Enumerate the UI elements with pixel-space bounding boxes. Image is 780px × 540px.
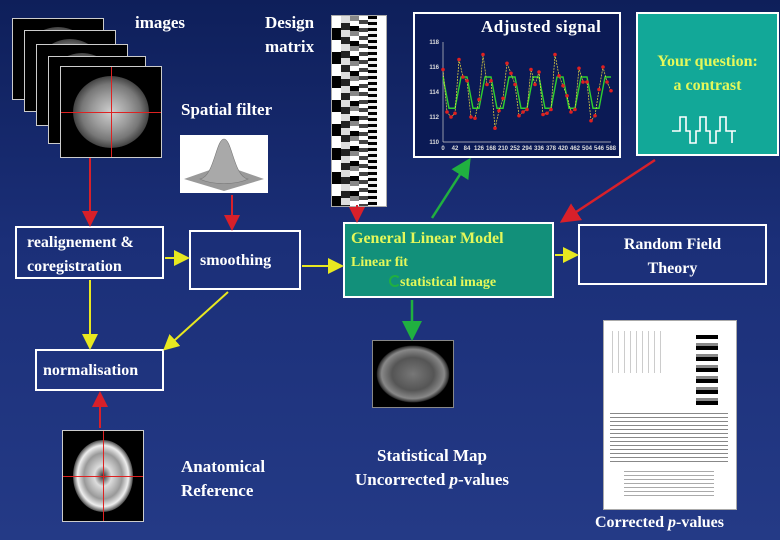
arrow-smoothing-to-normalisation: [163, 291, 229, 351]
arrow-glm-to-signal: [430, 157, 471, 219]
flow-arrows: [82, 157, 656, 428]
arrow-question-to-rft: [559, 158, 656, 223]
